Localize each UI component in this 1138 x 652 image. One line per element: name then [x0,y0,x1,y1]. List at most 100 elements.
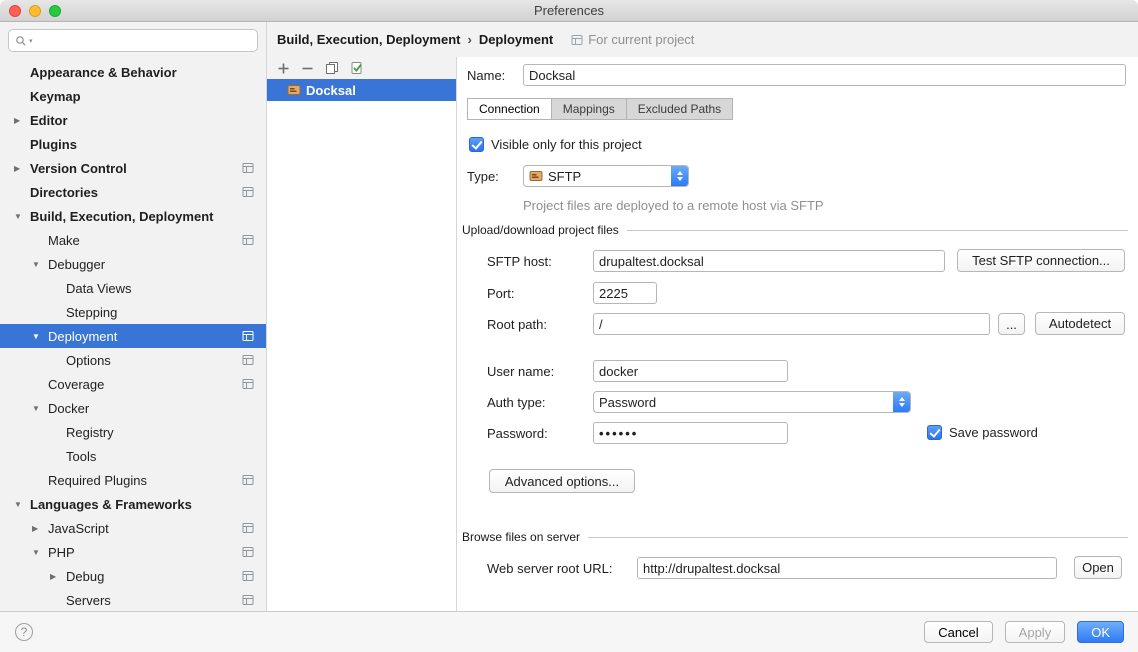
server-list-toolbar [267,57,456,79]
chevron-right-icon[interactable]: ▶ [32,524,48,533]
chevron-right-icon[interactable]: ▶ [14,116,30,125]
context-label: For current project [588,32,694,47]
project-settings-icon [242,378,254,390]
right-side: Build, Execution, Deployment › Deploymen… [267,22,1138,611]
tab-connection[interactable]: Connection [467,98,552,120]
port-label: Port: [487,286,514,301]
browse-section-header: Browse files on server [462,530,1128,544]
cancel-button[interactable]: Cancel [924,621,992,643]
web-root-field[interactable] [637,557,1057,579]
ok-button[interactable]: OK [1077,621,1124,643]
remove-server-button[interactable] [301,62,314,75]
list-item-docksal[interactable]: Docksal [267,79,456,101]
section-divider [627,230,1128,231]
sidebar-item-directories[interactable]: Directories [0,180,266,204]
chevron-down-icon[interactable]: ▼ [32,332,48,341]
search-input[interactable] [35,34,251,48]
save-password-label: Save password [949,425,1038,440]
close-button[interactable] [9,5,21,17]
root-path-field[interactable] [593,313,990,335]
use-as-default-button[interactable] [350,61,364,75]
sidebar-item-label: Keymap [30,89,81,104]
chevron-down-icon[interactable]: ▼ [32,260,48,269]
search-box[interactable]: ▾ [8,29,258,52]
sidebar-item-label: Appearance & Behavior [30,65,177,80]
sidebar-item-options[interactable]: Options [0,348,266,372]
visible-project-checkbox[interactable] [469,137,484,152]
breadcrumb-part-2[interactable]: Deployment [479,32,553,47]
sidebar-item-tools[interactable]: Tools [0,444,266,468]
content-row: Docksal Name: Connection Mappings Exclud… [267,57,1138,611]
sidebar-item-javascript[interactable]: ▶JavaScript [0,516,266,540]
sidebar-item-coverage[interactable]: Coverage [0,372,266,396]
test-sftp-connection-button[interactable]: Test SFTP connection... [957,249,1125,272]
form-tabs: Connection Mappings Excluded Paths [467,98,733,120]
help-button[interactable]: ? [15,623,33,641]
port-field[interactable] [593,282,657,304]
minimize-button[interactable] [29,5,41,17]
sftp-icon [287,83,301,97]
sidebar-item-build-execution-deployment[interactable]: ▼Build, Execution, Deployment [0,204,266,228]
breadcrumb-part-1[interactable]: Build, Execution, Deployment [277,32,460,47]
project-settings-icon [242,546,254,558]
name-field[interactable] [523,64,1126,86]
chevron-down-icon[interactable]: ▼ [32,548,48,557]
sidebar-item-label: Docker [48,401,89,416]
chevron-right-icon[interactable]: ▶ [14,164,30,173]
sidebar-item-label: PHP [48,545,75,560]
project-settings-icon [242,234,254,246]
sidebar-item-editor[interactable]: ▶Editor [0,108,266,132]
tab-excluded-paths[interactable]: Excluded Paths [627,98,733,120]
window-title: Preferences [534,3,604,18]
chevron-right-icon[interactable]: ▶ [50,572,66,581]
chevron-down-icon[interactable]: ▼ [14,212,30,221]
type-help-text: Project files are deployed to a remote h… [523,198,824,213]
project-settings-icon [242,474,254,486]
sidebar-item-label: Stepping [66,305,117,320]
sidebar-item-php[interactable]: ▼PHP [0,540,266,564]
open-button[interactable]: Open [1074,556,1122,579]
sidebar-item-label: Data Views [66,281,132,296]
zoom-button[interactable] [49,5,61,17]
auth-type-dropdown[interactable]: Password [593,391,911,413]
sidebar-item-debugger[interactable]: ▼Debugger [0,252,266,276]
sidebar-item-label: Build, Execution, Deployment [30,209,213,224]
apply-button[interactable]: Apply [1005,621,1066,643]
browse-root-path-button[interactable]: ... [998,313,1025,335]
sidebar-item-plugins[interactable]: Plugins [0,132,266,156]
sidebar-item-stepping[interactable]: Stepping [0,300,266,324]
add-server-button[interactable] [277,62,290,75]
user-name-field[interactable] [593,360,788,382]
save-password-checkbox[interactable] [927,425,942,440]
settings-sidebar: ▾ Appearance & Behavior Keymap ▶EditorPlug… [0,22,267,611]
web-root-label: Web server root URL: [487,561,612,576]
project-settings-icon [242,162,254,174]
deployment-form: Name: Connection Mappings Excluded Paths… [457,57,1138,611]
name-label: Name: [467,68,505,83]
sidebar-item-keymap[interactable]: Keymap [0,84,266,108]
sidebar-item-servers[interactable]: Servers [0,588,266,611]
chevron-down-icon[interactable]: ▼ [14,500,30,509]
password-field[interactable] [593,422,788,444]
sidebar-item-make[interactable]: Make [0,228,266,252]
chevron-down-icon[interactable]: ▼ [32,404,48,413]
tab-mappings[interactable]: Mappings [552,98,627,120]
sidebar-item-required-plugins[interactable]: Required Plugins [0,468,266,492]
sidebar-item-docker[interactable]: ▼Docker [0,396,266,420]
upload-section-label: Upload/download project files [462,223,619,237]
sidebar-item-appearance-behavior[interactable]: Appearance & Behavior [0,60,266,84]
sidebar-item-version-control[interactable]: ▶Version Control [0,156,266,180]
sidebar-item-languages-frameworks[interactable]: ▼Languages & Frameworks [0,492,266,516]
copy-server-button[interactable] [325,61,339,75]
sidebar-item-deployment[interactable]: ▼Deployment [0,324,266,348]
project-settings-icon [242,522,254,534]
autodetect-button[interactable]: Autodetect [1035,312,1125,335]
type-dropdown[interactable]: SFTP [523,165,689,187]
sidebar-item-data-views[interactable]: Data Views [0,276,266,300]
project-settings-icon [242,186,254,198]
sidebar-item-debug[interactable]: ▶Debug [0,564,266,588]
sidebar-item-registry[interactable]: Registry [0,420,266,444]
search-icon [15,35,27,47]
sftp-host-field[interactable] [593,250,945,272]
advanced-options-button[interactable]: Advanced options... [489,469,635,493]
